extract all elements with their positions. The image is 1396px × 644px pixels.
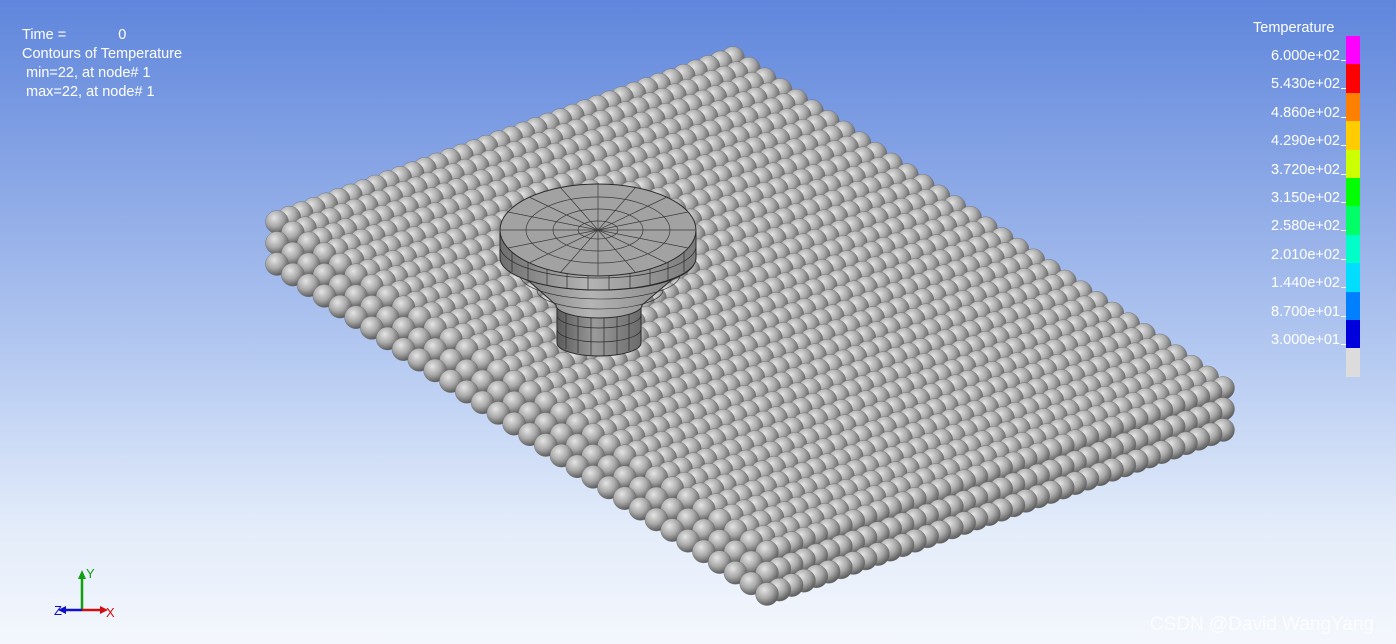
x-axis-label: X bbox=[106, 605, 115, 620]
temperature-colorbar bbox=[1346, 36, 1360, 377]
max-readout: max=22, at node# 1 bbox=[22, 84, 155, 100]
colorbar-swatch bbox=[1346, 64, 1360, 93]
colorbar-swatch bbox=[1346, 36, 1360, 65]
colorbar-swatch bbox=[1346, 319, 1360, 349]
particle-bed bbox=[265, 46, 1235, 606]
info-panel: Time = 0 Contours of Temperature min=22,… bbox=[22, 26, 182, 102]
legend-title: Temperature bbox=[1253, 20, 1335, 36]
y-axis-label: Y bbox=[86, 566, 95, 581]
contour-title: Contours of Temperature bbox=[22, 46, 183, 62]
legend-label: 4.860e+02 bbox=[1271, 105, 1346, 121]
legend-label: 6.000e+02 bbox=[1271, 48, 1346, 64]
time-label: Time = bbox=[22, 27, 67, 43]
colorbar-swatch bbox=[1346, 121, 1360, 150]
legend-label: 2.580e+02 bbox=[1271, 218, 1346, 234]
legend-label: 2.010e+02 bbox=[1271, 247, 1346, 263]
y-axis-head bbox=[78, 570, 86, 579]
colorbar-swatch bbox=[1346, 149, 1360, 178]
model-viewport[interactable] bbox=[0, 0, 1396, 644]
axis-triad: Y X Z bbox=[54, 566, 115, 620]
colorbar-swatch bbox=[1346, 348, 1360, 377]
colorbar-swatch bbox=[1346, 291, 1360, 320]
particle bbox=[755, 582, 779, 606]
legend-label: 3.000e+01 bbox=[1271, 332, 1346, 348]
time-value: 0 bbox=[118, 27, 127, 43]
legend-label: 3.720e+02 bbox=[1271, 162, 1346, 178]
legend-label: 5.430e+02 bbox=[1271, 76, 1346, 92]
legend-label: 1.440e+02 bbox=[1271, 275, 1346, 291]
colorbar-swatch bbox=[1346, 206, 1360, 235]
colorbar-swatch bbox=[1346, 234, 1360, 264]
colorbar-swatch bbox=[1346, 92, 1360, 122]
colorbar-swatch bbox=[1346, 177, 1360, 207]
legend-label: 3.150e+02 bbox=[1271, 190, 1346, 206]
watermark: CSDN @David WangYang bbox=[1149, 614, 1374, 635]
colorbar-swatch bbox=[1346, 263, 1360, 292]
legend-label: 8.700e+01 bbox=[1271, 304, 1346, 320]
time-readout: Time = 0 bbox=[22, 26, 182, 45]
min-readout: min=22, at node# 1 bbox=[22, 65, 151, 81]
z-axis-label: Z bbox=[54, 603, 62, 618]
legend-label: 4.290e+02 bbox=[1271, 133, 1346, 149]
